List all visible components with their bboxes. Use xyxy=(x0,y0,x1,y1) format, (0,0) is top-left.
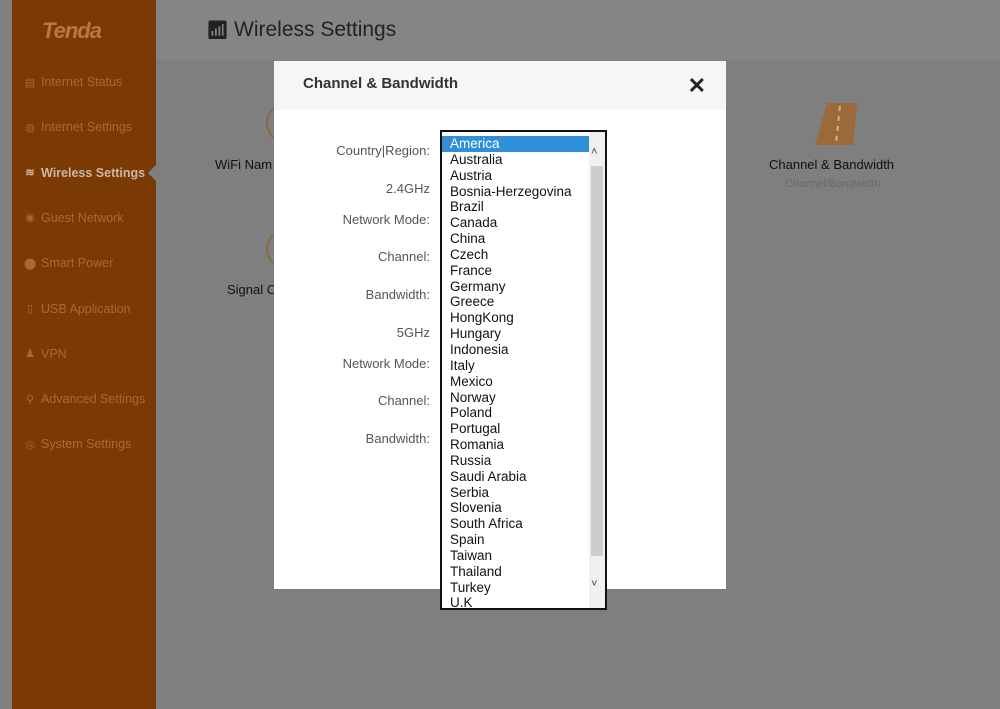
country-option[interactable]: HongKong xyxy=(442,310,605,326)
country-option[interactable]: Taiwan xyxy=(442,548,605,564)
scroll-up-icon[interactable]: ˄ xyxy=(591,146,597,158)
wifi-icon: 📶︎ xyxy=(206,20,229,40)
tenda-logo: Tenda xyxy=(42,18,102,43)
country-option[interactable]: Poland xyxy=(442,405,605,421)
country-option[interactable]: Australia xyxy=(442,152,605,168)
field-label: Bandwidth: xyxy=(365,287,430,302)
close-icon[interactable]: ✕ xyxy=(688,73,706,99)
country-option[interactable]: Spain xyxy=(442,532,605,548)
country-option[interactable]: China xyxy=(442,231,605,247)
location-icon: ⬤ xyxy=(24,257,37,270)
road-icon xyxy=(815,103,857,145)
sidebar-item-wireless-settings[interactable]: ≋ Wireless Settings xyxy=(12,161,156,185)
page-title: Wireless Settings xyxy=(234,18,397,41)
gear-icon: ◎ xyxy=(25,438,35,451)
country-option[interactable]: Czech xyxy=(442,247,605,263)
country-region-listbox[interactable]: America Australia Austria Bosnia-Herzegovin… xyxy=(440,130,607,610)
country-option[interactable]: Mexico xyxy=(442,374,605,390)
sidebar-item-smart-power[interactable]: ⬤ Smart Power xyxy=(12,251,156,275)
sidebar-item-guest-network[interactable]: ◉ Guest Network xyxy=(12,206,156,230)
scrollbar-thumb[interactable] xyxy=(591,166,603,556)
vpn-icon: ♟ xyxy=(25,348,35,361)
field-label: Network Mode: xyxy=(342,356,430,371)
field-label: Bandwidth: xyxy=(365,431,430,446)
country-option[interactable]: Turkey xyxy=(442,580,605,596)
sidebar-item-label: Wireless Settings xyxy=(41,165,146,180)
globe-icon: ◍ xyxy=(25,121,35,134)
country-option[interactable]: South Africa xyxy=(442,516,605,532)
country-option[interactable]: Greece xyxy=(442,294,605,310)
sidebar-item-system-settings[interactable]: ◎ System Settings xyxy=(12,432,156,456)
sidebar-item-label: Guest Network xyxy=(41,210,124,225)
wrench-icon: ⚲ xyxy=(25,393,35,406)
country-option[interactable]: Norway xyxy=(442,390,605,406)
sidebar-item-internet-settings[interactable]: ◍ Internet Settings xyxy=(12,115,156,139)
sidebar-item-usb-application[interactable]: ▯ USB Application xyxy=(12,297,156,321)
scrollbar[interactable]: ˄ ˅ xyxy=(589,132,605,608)
country-option[interactable]: Thailand xyxy=(442,564,605,580)
field-label: Channel: xyxy=(377,249,430,264)
country-option[interactable]: Austria xyxy=(442,168,605,184)
sidebar-item-label: System Settings xyxy=(41,437,132,452)
usb-icon: ▯ xyxy=(26,303,34,315)
country-option[interactable]: Russia xyxy=(442,453,605,469)
country-option[interactable]: Saudi Arabia xyxy=(442,469,605,485)
wifi-name-card[interactable]: WiFi Nam xyxy=(215,157,272,172)
header: 📶︎ Wireless Settings xyxy=(156,0,1000,60)
wifi-icon: ≋ xyxy=(25,167,35,180)
sidebar-item-vpn[interactable]: ♟ VPN xyxy=(12,342,156,366)
guest-icon: ◉ xyxy=(25,212,35,225)
country-option[interactable]: Italy xyxy=(442,358,605,374)
field-label: Network Mode: xyxy=(342,212,430,227)
country-option[interactable]: Slovenia xyxy=(442,500,605,516)
country-option[interactable]: America xyxy=(442,136,589,152)
field-label: 2.4GHz xyxy=(385,181,430,196)
country-option[interactable]: Germany xyxy=(442,279,605,295)
field-label: 5GHz xyxy=(396,325,430,340)
sidebar-item-internet-status[interactable]: ▤ Internet Status xyxy=(12,70,156,94)
dialog-title: Channel & Bandwidth xyxy=(303,75,458,92)
country-option[interactable]: Romania xyxy=(442,437,605,453)
sidebar-item-label: Internet Settings xyxy=(41,120,133,135)
country-option[interactable]: U.K xyxy=(442,595,605,608)
monitor-icon: ▤ xyxy=(24,76,36,89)
country-option[interactable]: Indonesia xyxy=(442,342,605,358)
sidebar-item-label: USB Application xyxy=(41,301,131,316)
country-option[interactable]: Serbia xyxy=(442,485,605,501)
sidebar: Tenda ▤ Internet Status ◍ Internet Settings… xyxy=(12,0,156,709)
signal-card[interactable]: Signal C xyxy=(227,282,276,297)
country-option[interactable]: Bosnia-Herzegovina xyxy=(442,184,605,200)
channel-bandwidth-sub: Channel/Bandwidth xyxy=(785,178,881,190)
country-option[interactable]: Brazil xyxy=(442,199,605,215)
sidebar-item-label: Smart Power xyxy=(41,256,114,271)
sidebar-item-label: Advanced Settings xyxy=(41,392,146,407)
country-option[interactable]: Canada xyxy=(442,215,605,231)
country-option[interactable]: Portugal xyxy=(442,421,605,437)
sidebar-item-advanced-settings[interactable]: ⚲ Advanced Settings xyxy=(12,387,156,411)
country-option[interactable]: France xyxy=(442,263,605,279)
field-label: Country|Region: xyxy=(336,143,430,158)
sidebar-item-label: Internet Status xyxy=(41,75,123,89)
channel-bandwidth-card[interactable]: Channel & Bandwidth xyxy=(769,157,894,172)
sidebar-item-label: VPN xyxy=(41,346,67,361)
country-option[interactable]: Hungary xyxy=(442,326,605,342)
scroll-down-icon[interactable]: ˅ xyxy=(591,578,597,590)
field-label: Channel: xyxy=(377,393,430,408)
